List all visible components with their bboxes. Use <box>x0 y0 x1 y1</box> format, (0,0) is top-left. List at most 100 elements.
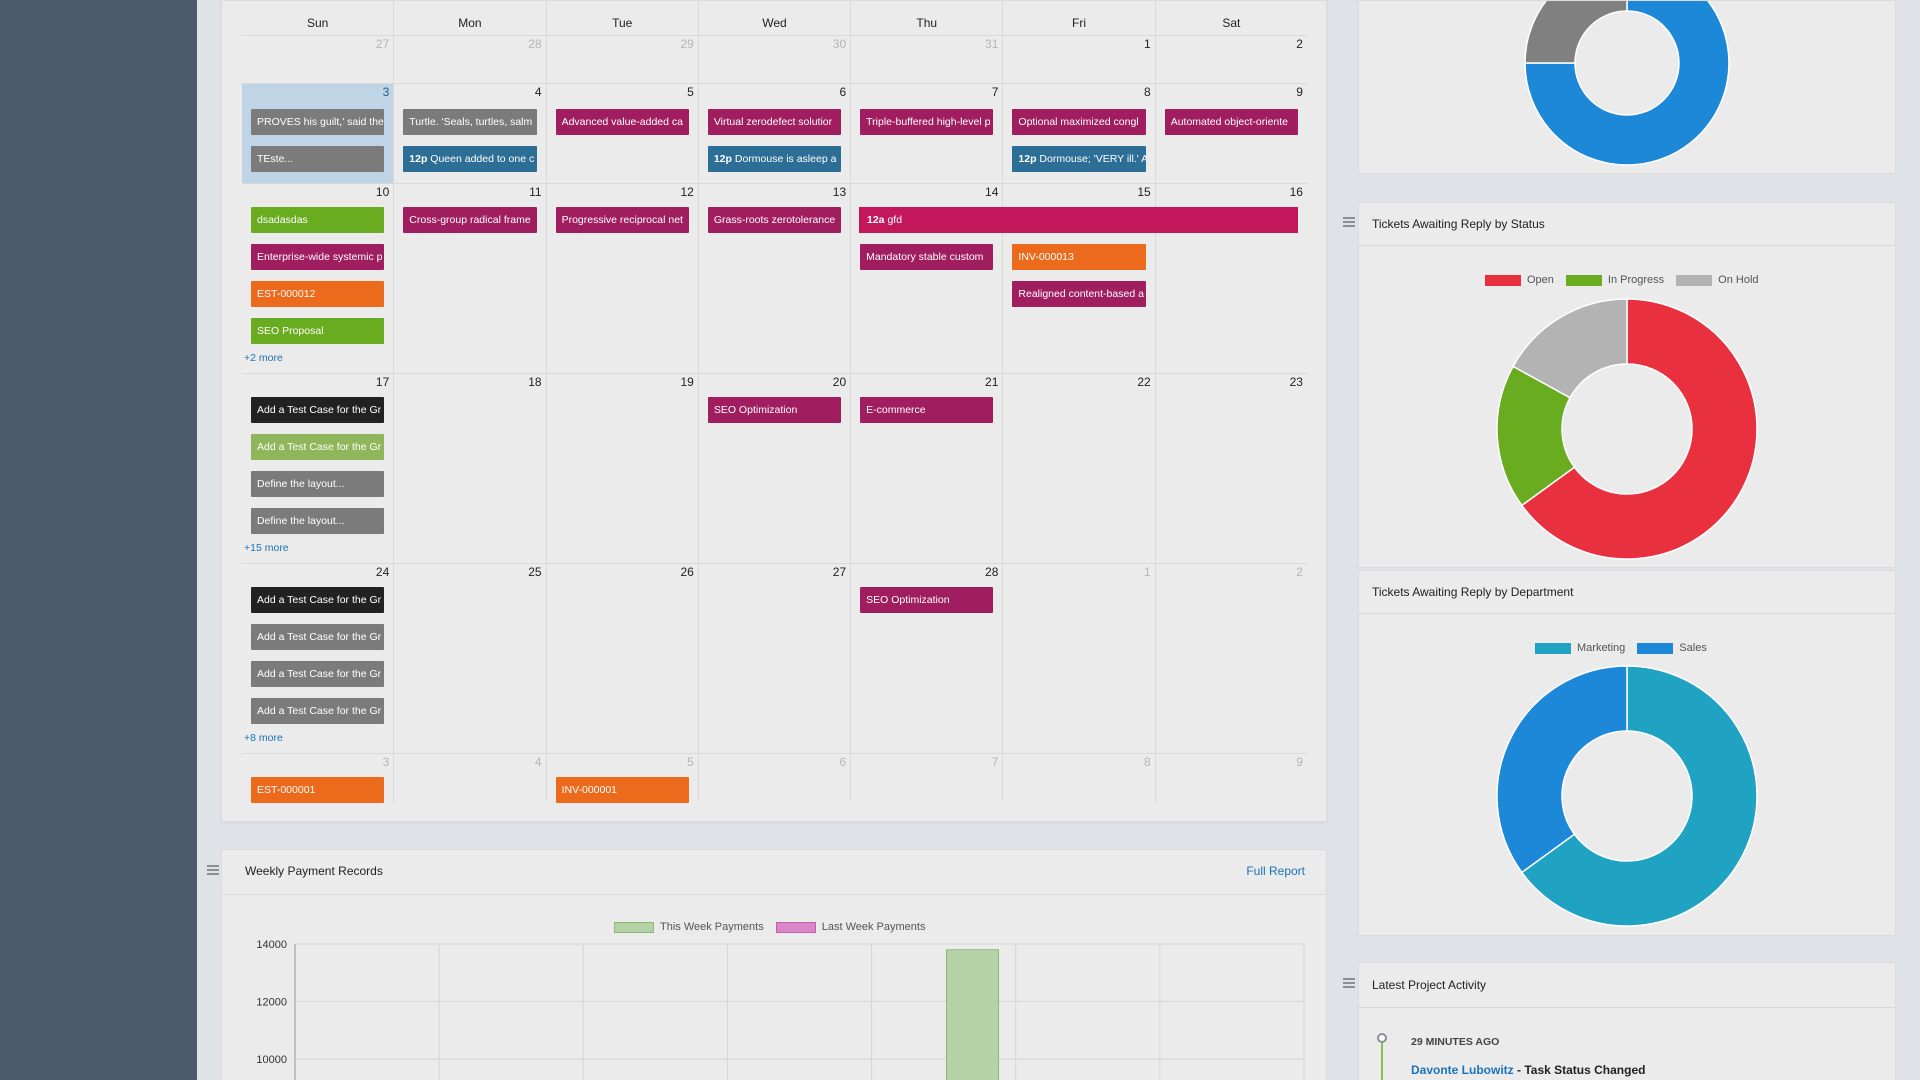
calendar-day[interactable]: 29 <box>545 36 698 83</box>
y-tick-label: 10000 <box>256 1054 287 1066</box>
weekday-mon: Mon <box>393 1 545 35</box>
calendar-day[interactable]: 5 INV-000001 <box>545 754 698 803</box>
calendar-day[interactable]: 19 <box>545 374 698 563</box>
calendar-day[interactable]: 24 Add a Test Case for the Gr Add a Test… <box>242 564 393 753</box>
calendar-event[interactable]: Grass-roots zerotolerance <box>707 207 842 233</box>
day-number: 26 <box>680 565 694 579</box>
calendar-day[interactable]: 27 <box>242 36 393 83</box>
calendar-day[interactable]: 6 <box>697 754 850 803</box>
event-time: 12p <box>713 153 732 165</box>
calendar-panel: Sun Mon Tue Wed Thu Fri Sat 27 28 29 30 … <box>221 0 1327 822</box>
calendar-event[interactable]: dsadasdas <box>251 207 385 233</box>
more-events-link[interactable]: +8 more <box>244 732 283 744</box>
calendar-day[interactable]: 21 E-commerce <box>850 374 1002 563</box>
calendar-day[interactable]: 8 <box>1002 754 1154 803</box>
calendar-event[interactable]: INV-000001 <box>555 777 689 803</box>
calendar-event[interactable]: Advanced value-added ca <box>555 109 689 135</box>
calendar-day[interactable]: 6 Virtual zerodefect solutior 12p Dormou… <box>697 84 850 183</box>
day-number: 24 <box>375 565 390 579</box>
calendar-event[interactable]: E-commerce <box>860 397 994 423</box>
calendar-day[interactable]: 2 <box>1154 36 1307 83</box>
calendar-day[interactable]: 4 <box>393 754 545 803</box>
activity-user-link[interactable]: Davonte Lubowitz <box>1411 1063 1514 1077</box>
calendar-day[interactable]: 30 <box>697 36 850 83</box>
calendar-day[interactable]: 18 <box>393 374 545 563</box>
calendar-day[interactable]: 11 Cross-group radical frame <box>393 184 545 373</box>
drag-handle-icon[interactable] <box>207 865 219 875</box>
calendar-event[interactable]: EST-000001 <box>251 777 385 803</box>
calendar-day[interactable]: 23 <box>1154 374 1307 563</box>
calendar-event[interactable]: 12p Dormouse; 'VERY ill.' A <box>1012 146 1146 172</box>
calendar-day[interactable]: 27 <box>697 564 850 753</box>
calendar-day[interactable]: 20 SEO Optimization <box>697 374 850 563</box>
calendar-event[interactable]: 12p Queen added to one c <box>403 146 537 172</box>
calendar-event[interactable]: Virtual zerodefect solutior <box>707 109 842 135</box>
day-number: 20 <box>832 375 847 389</box>
calendar-day[interactable]: 12 Progressive reciprocal net <box>545 184 698 373</box>
calendar-day[interactable]: 1 <box>1002 564 1154 753</box>
calendar-day[interactable]: 4 Turtle. 'Seals, turtles, salm 12p Quee… <box>393 84 545 183</box>
day-number: 6 <box>839 85 847 99</box>
calendar-day[interactable]: 10 dsadasdas Enterprise-wide systemic p … <box>242 184 393 373</box>
timeline-line <box>1381 1041 1383 1080</box>
calendar-day-today[interactable]: 3 PROVES his guilt,' said the TEste... <box>242 84 394 183</box>
calendar-day[interactable]: 31 <box>850 36 1002 83</box>
calendar-event[interactable]: TEste... <box>251 146 385 172</box>
calendar-event[interactable]: Add a Test Case for the Gr <box>251 624 385 650</box>
event-title: Queen added to one c <box>430 153 535 165</box>
calendar-day[interactable]: 7 <box>850 754 1002 803</box>
day-number: 28 <box>528 37 542 51</box>
calendar-event[interactable]: Automated object-oriente <box>1164 109 1298 135</box>
calendar-event[interactable]: Mandatory stable custom <box>860 244 994 270</box>
calendar-event[interactable]: SEO Proposal <box>251 318 385 344</box>
calendar-event[interactable]: PROVES his guilt,' said the <box>251 109 385 135</box>
more-events-link[interactable]: +2 more <box>244 352 283 364</box>
drag-handle-icon[interactable] <box>1343 978 1355 988</box>
drag-handle-icon[interactable] <box>1343 217 1355 227</box>
calendar-day[interactable]: 1 <box>1002 36 1154 83</box>
calendar-event[interactable]: Add a Test Case for the Gr <box>251 661 385 687</box>
bar[interactable] <box>946 949 1000 1080</box>
tickets-status-donut-chart <box>1496 298 1758 560</box>
calendar-event[interactable]: Define the layout... <box>251 471 385 497</box>
multi-day-event[interactable]: 12a gfd <box>859 207 1298 233</box>
calendar-day[interactable]: 25 <box>393 564 545 753</box>
donut-slice[interactable] <box>1496 665 1628 874</box>
calendar-day[interactable]: 3 EST-000001 <box>242 754 393 803</box>
calendar-day[interactable]: 22 <box>1002 374 1154 563</box>
day-number: 3 <box>382 755 390 769</box>
calendar-day[interactable]: 2 <box>1154 564 1307 753</box>
calendar-day[interactable]: 5 Advanced value-added ca <box>545 84 698 183</box>
calendar-event[interactable]: Add a Test Case for the Gr <box>251 698 385 724</box>
calendar-day[interactable]: 28 <box>393 36 545 83</box>
more-events-link[interactable]: +15 more <box>244 542 289 554</box>
calendar-event[interactable]: Cross-group radical frame <box>403 207 537 233</box>
calendar-event[interactable]: Realigned content-based a <box>1012 281 1146 307</box>
calendar-event[interactable]: Add a Test Case for the Gr <box>251 397 385 423</box>
calendar-day[interactable]: 17 Add a Test Case for the Gr Add a Test… <box>242 374 393 563</box>
calendar-day[interactable]: 13 Grass-roots zerotolerance <box>697 184 850 373</box>
calendar-day[interactable]: 9 <box>1154 754 1307 803</box>
calendar-day[interactable]: 7 Triple-buffered high-level p <box>850 84 1002 183</box>
calendar-event[interactable]: INV-000013 <box>1012 244 1146 270</box>
calendar-event[interactable]: 12p Dormouse is asleep a <box>707 146 842 172</box>
event-title: Dormouse is asleep a <box>734 153 837 165</box>
calendar-week: 24 Add a Test Case for the Gr Add a Test… <box>242 563 1307 753</box>
calendar-event[interactable]: Add a Test Case for the Gr <box>251 434 385 460</box>
calendar-event[interactable]: Optional maximized congl <box>1012 109 1146 135</box>
donut-slice[interactable] <box>1524 1 1628 64</box>
calendar-event[interactable]: Enterprise-wide systemic p <box>251 244 385 270</box>
calendar-day[interactable]: 28 SEO Optimization <box>850 564 1002 753</box>
calendar-event[interactable]: SEO Optimization <box>860 587 994 613</box>
calendar-day[interactable]: 26 <box>545 564 698 753</box>
calendar-event[interactable]: Progressive reciprocal net <box>555 207 689 233</box>
calendar-day[interactable]: 8 Optional maximized congl 12p Dormouse;… <box>1002 84 1154 183</box>
calendar-event[interactable]: SEO Optimization <box>707 397 842 423</box>
calendar-event[interactable]: Define the layout... <box>251 508 385 534</box>
calendar-event[interactable]: Turtle. 'Seals, turtles, salm <box>403 109 537 135</box>
calendar-event[interactable]: Add a Test Case for the Gr <box>251 587 385 613</box>
calendar-event[interactable]: EST-000012 <box>251 281 385 307</box>
calendar-event[interactable]: Triple-buffered high-level p <box>860 109 994 135</box>
calendar-day[interactable]: 9 Automated object-oriente <box>1154 84 1307 183</box>
day-number: 28 <box>985 565 999 579</box>
